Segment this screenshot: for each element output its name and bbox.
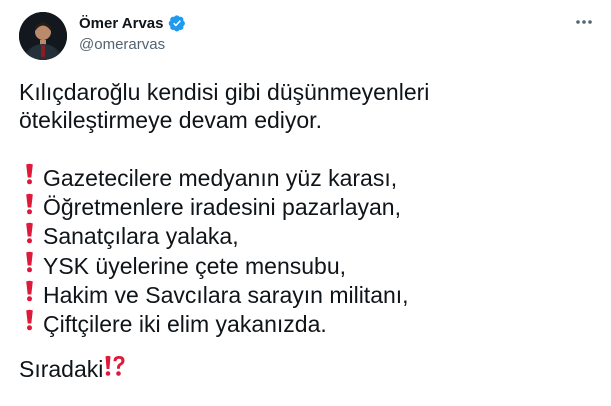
closing-text: Sıradaki bbox=[19, 356, 104, 383]
tweet-intro-line: ötekileştirmeye devam ediyor. bbox=[19, 107, 322, 133]
list-item-text: Sanatçılara yalaka, bbox=[43, 223, 239, 250]
list-item: Sanatçılara yalaka, bbox=[19, 222, 594, 251]
author-name[interactable]: Ömer Arvas bbox=[79, 15, 164, 32]
red-exclamation-icon bbox=[25, 222, 34, 251]
list-item: Çiftçilere iki elim yakanızda. bbox=[19, 310, 594, 339]
author-handle[interactable]: @omerarvas bbox=[79, 36, 165, 53]
list-item-text: Gazetecilere medyanın yüz karası, bbox=[43, 165, 398, 191]
list-item: Gazetecilere medyanın yüz karası, bbox=[19, 164, 594, 193]
tweet-text: Kılıçdaroğlu kendisi gibi düşünmeyenleri… bbox=[19, 78, 594, 383]
red-exclamation-icon bbox=[25, 280, 34, 309]
list-item-text: Öğretmenlere iradesini pazarlayan, bbox=[43, 194, 401, 221]
list-item-text: Hakim ve Savcılara sarayın militanı, bbox=[43, 281, 409, 308]
red-exclamation-icon bbox=[25, 163, 34, 192]
tweet-list: Gazetecilere medyanın yüz karası, Öğretm… bbox=[19, 164, 594, 339]
tweet-card: Ömer Arvas @omerarvas Kılıçdaroğlu kendi… bbox=[0, 0, 611, 406]
list-item-text: Çiftçilere iki elim yakanızda. bbox=[43, 310, 327, 337]
red-exclamation-icon bbox=[25, 309, 34, 338]
list-item-text: YSK üyelerine çete mensubu, bbox=[43, 252, 347, 279]
list-item: YSK üyelerine çete mensubu, bbox=[19, 251, 594, 281]
list-item: Öğretmenlere iradesini pazarlayan, bbox=[19, 193, 594, 222]
avatar[interactable] bbox=[19, 12, 67, 60]
list-item: Hakim ve Savcılara sarayın militanı, bbox=[19, 280, 594, 310]
red-exclamation-icon bbox=[25, 193, 34, 222]
red-exclamation-icon bbox=[25, 251, 34, 280]
tweet-closing-line: Sıradaki bbox=[19, 355, 594, 383]
verified-badge-icon bbox=[168, 14, 186, 32]
tweet-intro-line: Kılıçdaroğlu kendisi gibi düşünmeyenleri bbox=[19, 79, 430, 105]
red-exclamation-question-icon bbox=[104, 355, 126, 383]
more-options-icon[interactable] bbox=[573, 14, 595, 30]
